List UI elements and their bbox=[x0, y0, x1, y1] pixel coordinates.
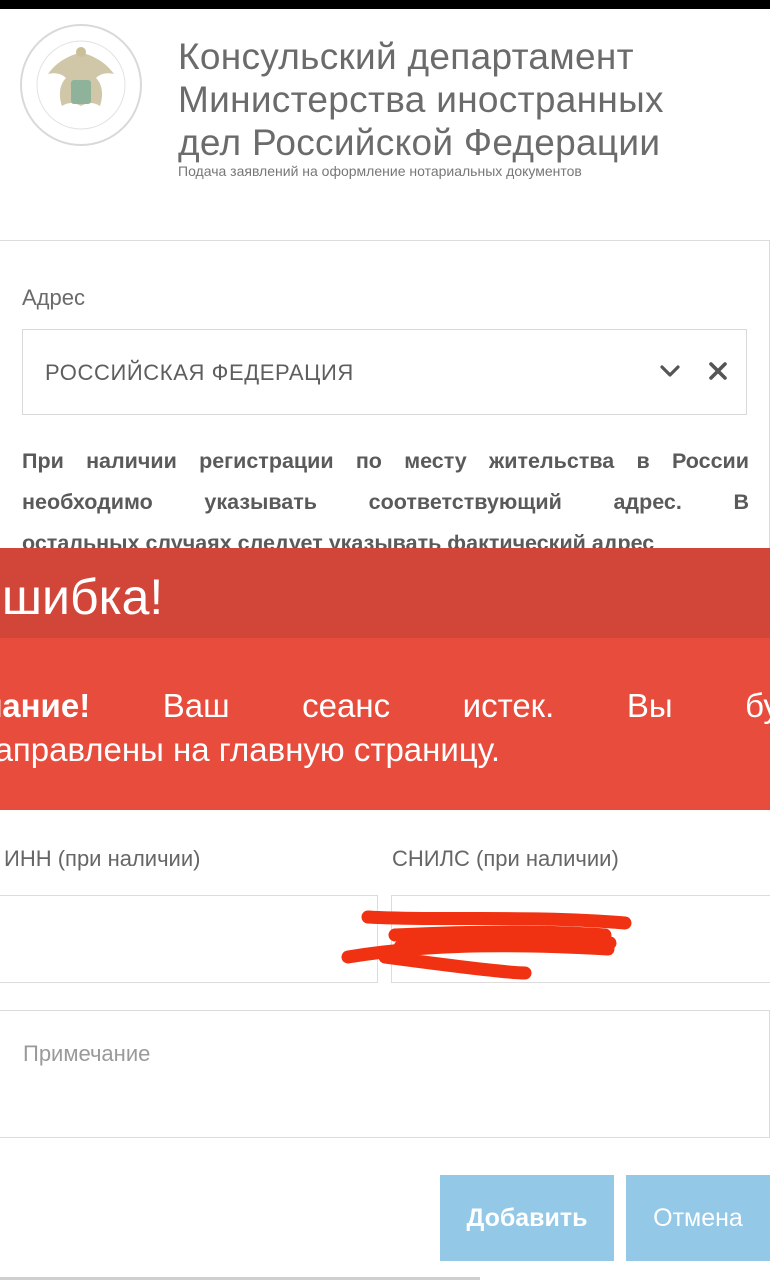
inn-input[interactable] bbox=[0, 895, 378, 983]
alert-header: ишибка! bbox=[0, 548, 770, 638]
note-line: При наличии регистрации по месту жительс… bbox=[22, 449, 749, 473]
alert-word: Ваш bbox=[162, 687, 230, 724]
address-selected-value: РОССИЙСКАЯ ФЕДЕРАЦИЯ bbox=[45, 360, 354, 385]
alert-word: буд bbox=[745, 687, 770, 724]
clear-icon[interactable] bbox=[706, 359, 730, 383]
alert-title: ишибка! bbox=[0, 569, 164, 625]
alert-word: Вы bbox=[626, 687, 673, 724]
alert-message-line2: енаправлены на главную страницу. bbox=[0, 731, 501, 768]
address-panel: Адрес РОССИЙСКАЯ ФЕДЕРАЦИЯ При наличии р… bbox=[0, 240, 770, 561]
note-textarea[interactable]: Примечание bbox=[0, 1010, 770, 1138]
add-button[interactable]: Добавить bbox=[440, 1175, 614, 1261]
address-label: Адрес bbox=[22, 285, 85, 310]
inn-label: ИНН (при наличии) bbox=[4, 846, 201, 871]
address-note: При наличии регистрации по месту жительс… bbox=[22, 441, 749, 561]
page-subtitle: Подача заявлений на оформление нотариаль… bbox=[178, 163, 582, 179]
ministry-emblem-icon bbox=[20, 24, 142, 146]
address-select[interactable]: РОССИЙСКАЯ ФЕДЕРАЦИЯ bbox=[22, 329, 747, 415]
alert-message-bold: имание! bbox=[0, 687, 91, 724]
cancel-button[interactable]: Отмена bbox=[626, 1175, 770, 1261]
alert-word: истек. bbox=[462, 687, 555, 724]
error-alert: ишибка! имание! Ваш сеанс истек. Вы буд … bbox=[0, 548, 770, 810]
page-title: Консульский департамент Министерства ино… bbox=[178, 35, 758, 164]
chevron-down-icon[interactable] bbox=[659, 360, 681, 382]
note-placeholder: Примечание bbox=[23, 1041, 151, 1066]
redaction-scribble bbox=[341, 910, 632, 980]
alert-word: сеанс bbox=[302, 687, 391, 724]
alert-message: имание! Ваш сеанс истек. Вы буд енаправл… bbox=[0, 684, 770, 772]
title-line: дел Российской Федерации bbox=[178, 122, 661, 163]
snils-label: СНИЛС (при наличии) bbox=[392, 846, 619, 871]
note-line: необходимо указывать соответствующий адр… bbox=[22, 490, 749, 514]
title-line: Министерства иностранных bbox=[178, 79, 664, 120]
title-line: Консульский департамент bbox=[178, 36, 634, 77]
status-bar bbox=[0, 0, 770, 9]
